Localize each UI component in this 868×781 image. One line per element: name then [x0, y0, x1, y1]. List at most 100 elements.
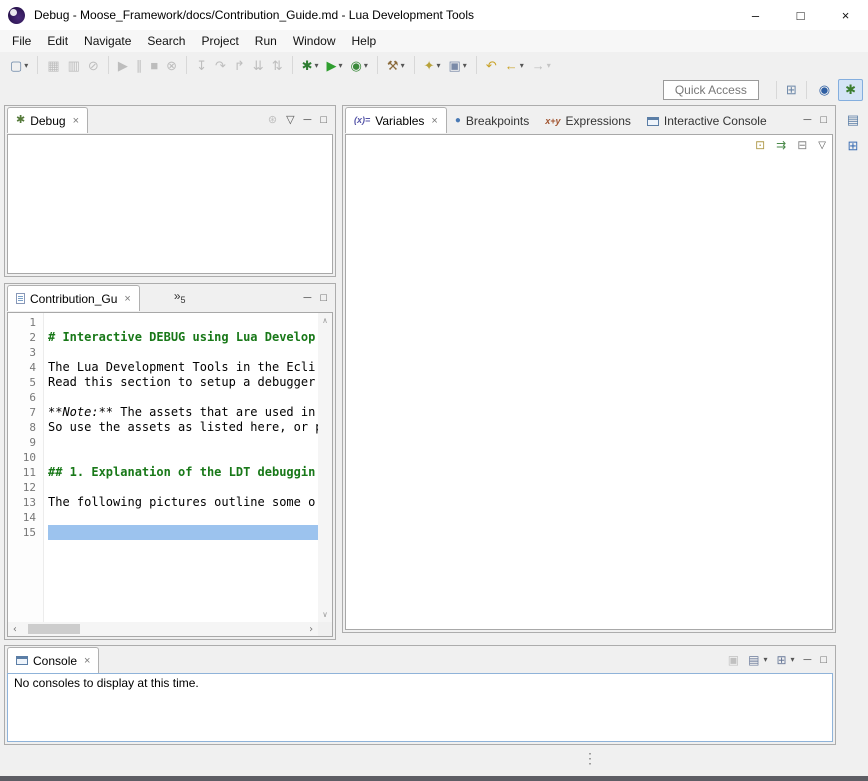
minimize-view-button[interactable]: ─ — [304, 114, 312, 126]
editor-line[interactable] — [48, 390, 318, 405]
menu-help[interactable]: Help — [344, 31, 385, 51]
debug-perspective-button[interactable]: ✱ — [838, 79, 863, 101]
maximize-view-button[interactable]: □ — [320, 114, 327, 126]
remove-all-terminated-button[interactable]: ⊛ — [268, 113, 277, 126]
dropdown-arrow-icon[interactable]: ▾ — [547, 61, 551, 70]
maximize-view-button[interactable]: □ — [320, 292, 327, 304]
debug-button[interactable]: ✱▾ — [299, 54, 322, 76]
run-button[interactable]: ▶▾ — [324, 54, 346, 76]
open-perspective-button[interactable]: ⊞ — [782, 82, 801, 98]
ldt-perspective-button[interactable]: ◉ — [813, 79, 836, 101]
open-console-button[interactable]: ⊞ ▾ — [776, 653, 794, 667]
save-button[interactable]: ▦ — [44, 54, 62, 76]
tab-debug[interactable]: ✱ Debug × — [7, 107, 88, 133]
editor-line[interactable] — [48, 480, 318, 495]
show-logical-structure-button[interactable]: ⊡ — [755, 138, 765, 152]
scroll-right-icon[interactable]: › — [304, 624, 318, 635]
dropdown-arrow-icon[interactable]: ▾ — [401, 61, 405, 70]
menu-run[interactable]: Run — [247, 31, 285, 51]
minimize-view-button[interactable]: ─ — [804, 654, 812, 666]
vertical-scrollbar[interactable]: ∧ ∨ — [318, 313, 332, 622]
editor-line[interactable]: The Lua Development Tools in the Ecli — [48, 360, 318, 375]
menu-file[interactable]: File — [4, 31, 39, 51]
restore-view-button[interactable]: ▤ — [847, 112, 859, 128]
collapse-all-button[interactable]: ⊟ — [797, 138, 807, 152]
save-all-button[interactable]: ▥ — [65, 54, 83, 76]
editor-line[interactable]: Read this section to setup a debugger — [48, 375, 318, 390]
use-step-filters-button[interactable]: ⇅ — [269, 54, 286, 76]
scroll-left-icon[interactable]: ‹ — [8, 624, 22, 635]
tab-overflow-indicator[interactable]: » 5 — [170, 289, 190, 311]
scroll-down-icon[interactable]: ∨ — [323, 610, 328, 619]
close-icon[interactable]: × — [84, 655, 90, 667]
dropdown-arrow-icon[interactable]: ▾ — [364, 61, 368, 70]
dropdown-arrow-icon[interactable]: ▾ — [463, 61, 467, 70]
view-menu-button[interactable]: ▽ — [286, 113, 294, 126]
tab-breakpoints[interactable]: ● Breakpoints — [447, 109, 537, 133]
pin-console-button[interactable]: ▣ — [728, 653, 739, 667]
menu-navigate[interactable]: Navigate — [76, 31, 139, 51]
maximize-view-button[interactable]: □ — [820, 654, 827, 666]
text-editor[interactable]: 123456789101112131415 # Interactive DEBU… — [7, 312, 333, 637]
editor-line[interactable] — [48, 345, 318, 360]
coverage-button[interactable]: ◉▾ — [348, 54, 371, 76]
tab-variables[interactable]: (x)= Variables × — [345, 107, 447, 133]
editor-line[interactable]: # Interactive DEBUG using Lua Develop — [48, 330, 318, 345]
dropdown-arrow-icon[interactable]: ▾ — [339, 61, 343, 70]
close-window-button[interactable]: × — [823, 0, 868, 30]
editor-line[interactable]: ## 1. Explanation of the LDT debuggin — [48, 465, 318, 480]
editor-line[interactable]: **Note:** The assets that are used in — [48, 405, 318, 420]
minimize-window-button[interactable]: – — [733, 0, 778, 30]
menu-edit[interactable]: Edit — [39, 31, 76, 51]
drop-to-frame-button[interactable]: ⇊ — [250, 54, 267, 76]
maximize-view-button[interactable]: □ — [820, 114, 827, 126]
new-button[interactable]: ▢▾ — [7, 54, 31, 76]
dropdown-arrow-icon[interactable]: ▾ — [315, 61, 319, 70]
terminate-button[interactable]: ■ — [147, 54, 161, 76]
tab-contribution-guide[interactable]: Contribution_Gu × — [7, 285, 140, 311]
tab-console[interactable]: Console × — [7, 647, 99, 673]
close-icon[interactable]: × — [73, 115, 79, 127]
menu-window[interactable]: Window — [285, 31, 344, 51]
view-menu-button[interactable]: ▽ — [818, 140, 826, 151]
display-selected-console-button[interactable]: ▤ ▾ — [748, 653, 767, 667]
forward-button[interactable]: →▾ — [529, 54, 554, 76]
external-tools-button[interactable]: ⚒▾ — [384, 54, 408, 76]
menu-search[interactable]: Search — [139, 31, 193, 51]
maximize-window-button[interactable]: □ — [778, 0, 823, 30]
step-return-button[interactable]: ↱ — [231, 54, 248, 76]
horizontal-scrollbar[interactable]: ‹ › — [8, 622, 318, 636]
open-perspective-fast-button[interactable]: ⊞ — [848, 138, 859, 154]
editor-line[interactable]: So use the assets as listed here, or p — [48, 420, 318, 435]
editor-code[interactable]: # Interactive DEBUG using Lua Develop Th… — [48, 313, 318, 622]
editor-line[interactable] — [48, 450, 318, 465]
close-icon[interactable]: × — [431, 115, 437, 127]
step-into-button[interactable]: ↧ — [193, 54, 210, 76]
tab-expressions[interactable]: x+y Expressions — [537, 109, 639, 133]
skip-all-breakpoints-button[interactable]: ⊘ — [85, 54, 102, 76]
editor-line[interactable] — [48, 315, 318, 330]
resume-button[interactable]: ▶ — [115, 54, 131, 76]
last-edit-location-button[interactable]: ↶ — [483, 54, 500, 76]
dropdown-arrow-icon[interactable]: ▾ — [24, 61, 28, 70]
editor-line[interactable]: The following pictures outline some o — [48, 495, 318, 510]
editor-line[interactable] — [48, 435, 318, 450]
new-wizard-button[interactable]: ✦▾ — [421, 54, 444, 76]
dropdown-arrow-icon[interactable]: ▾ — [436, 61, 440, 70]
disconnect-button[interactable]: ⊗ — [163, 54, 180, 76]
editor-line[interactable] — [48, 510, 318, 525]
scrollbar-thumb[interactable] — [28, 624, 80, 634]
editor-line[interactable] — [48, 525, 318, 540]
tab-interactive-console[interactable]: Interactive Console — [639, 109, 775, 133]
close-icon[interactable]: × — [124, 293, 130, 305]
quick-access-box[interactable]: Quick Access — [663, 80, 759, 100]
dropdown-arrow-icon[interactable]: ▾ — [520, 61, 524, 70]
minimize-view-button[interactable]: ─ — [804, 114, 812, 126]
show-type-names-button[interactable]: ⇉ — [776, 138, 786, 152]
back-button[interactable]: ←▾ — [502, 54, 527, 76]
scroll-up-icon[interactable]: ∧ — [323, 316, 328, 325]
resize-grip[interactable]: ⋮ — [583, 751, 597, 765]
open-element-button[interactable]: ▣▾ — [446, 54, 470, 76]
suspend-button[interactable]: ∥ — [133, 54, 146, 76]
step-over-button[interactable]: ↷ — [212, 54, 229, 76]
